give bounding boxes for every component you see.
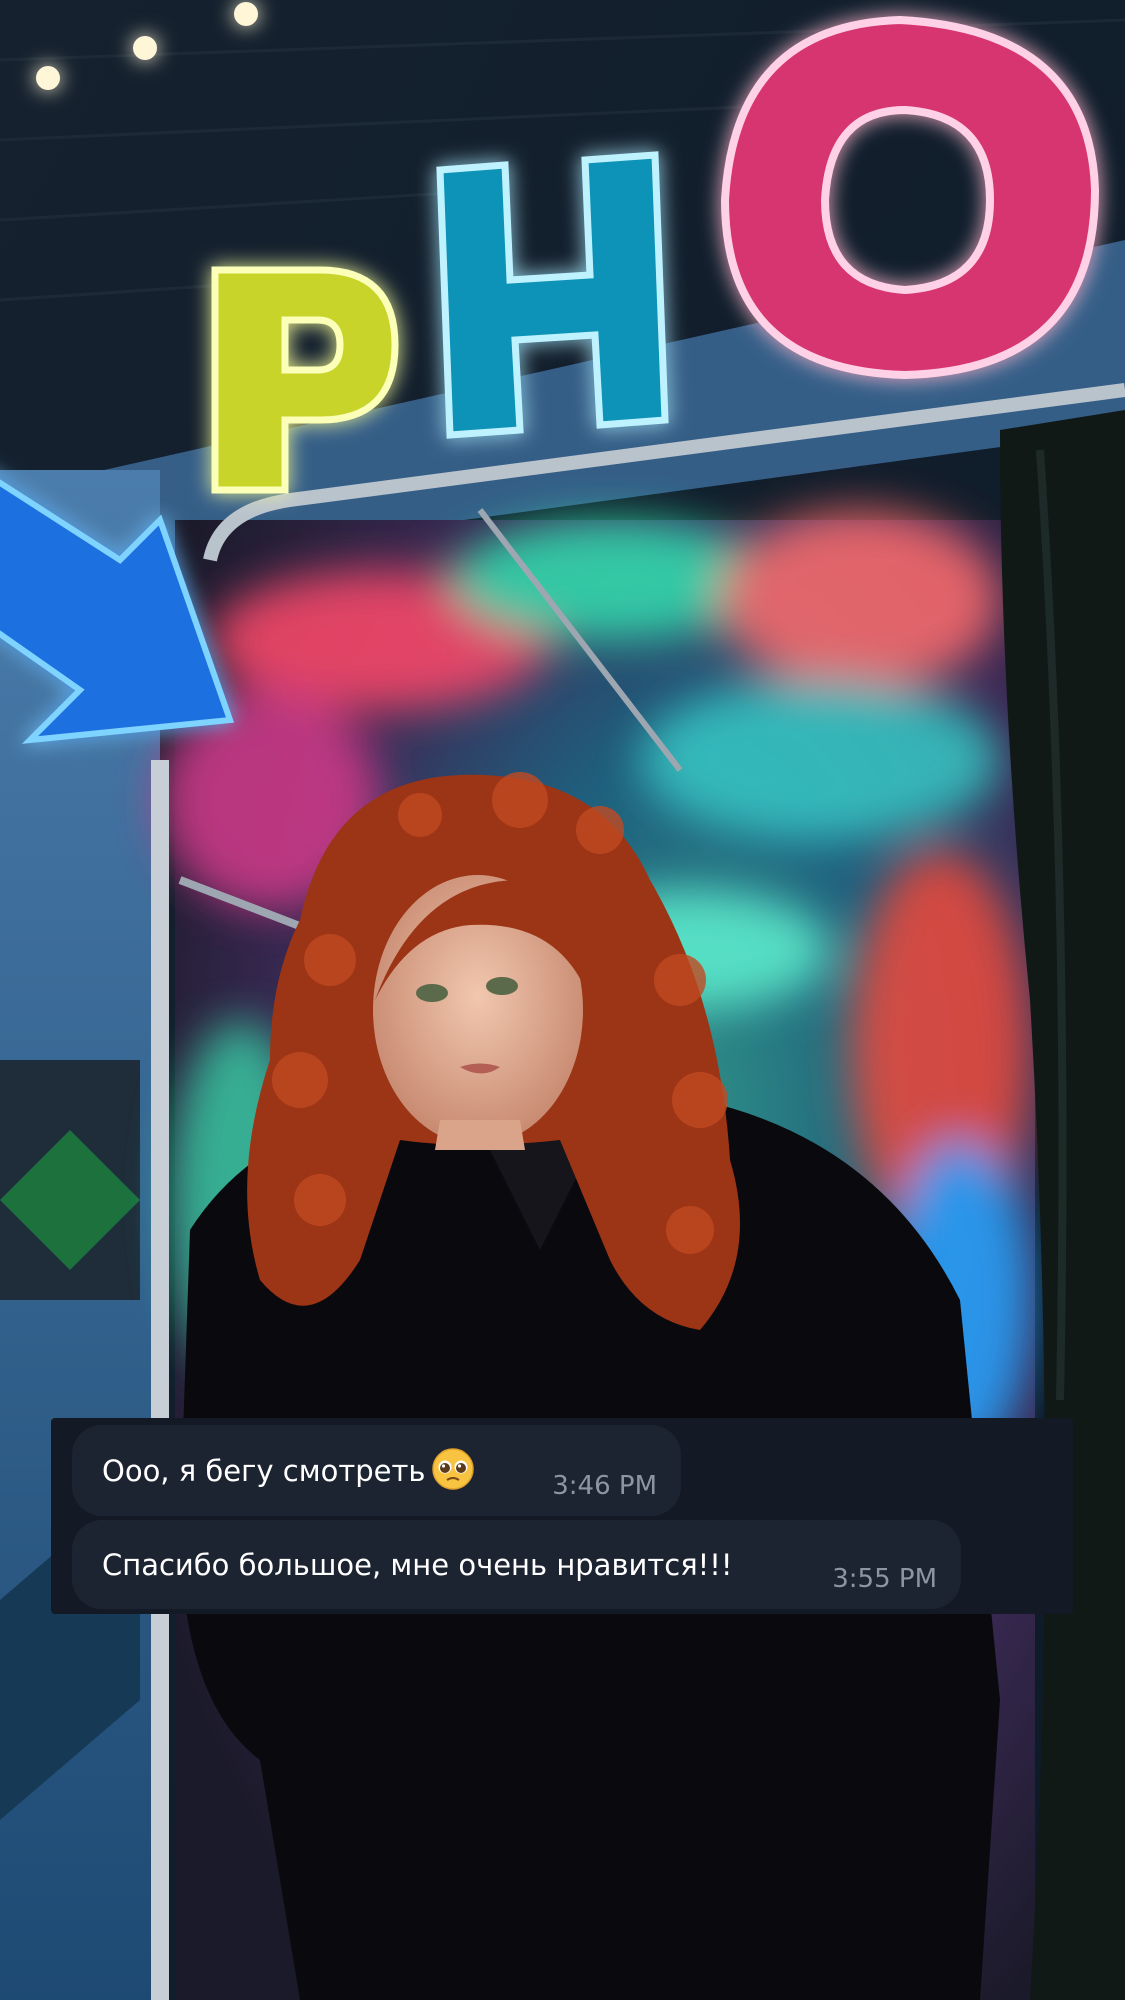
message-time: 3:55 PM	[832, 1564, 937, 1594]
chat-overlay: Ооо, я бегу смотреть 3:46 PM Спасибо бол…	[51, 1418, 1073, 1614]
message-bubble[interactable]: Ооо, я бегу смотреть 3:46 PM	[72, 1425, 681, 1516]
message-bubble[interactable]: Спасибо большое, мне очень нравится!!! 3…	[72, 1520, 961, 1609]
message-text: Ооо, я бегу смотреть	[102, 1453, 426, 1488]
message-time: 3:46 PM	[552, 1471, 657, 1501]
photo-background	[0, 0, 1125, 2000]
pleading-face-emoji-icon	[432, 1447, 475, 1490]
message-text: Спасибо большое, мне очень нравится!!!	[102, 1547, 733, 1582]
